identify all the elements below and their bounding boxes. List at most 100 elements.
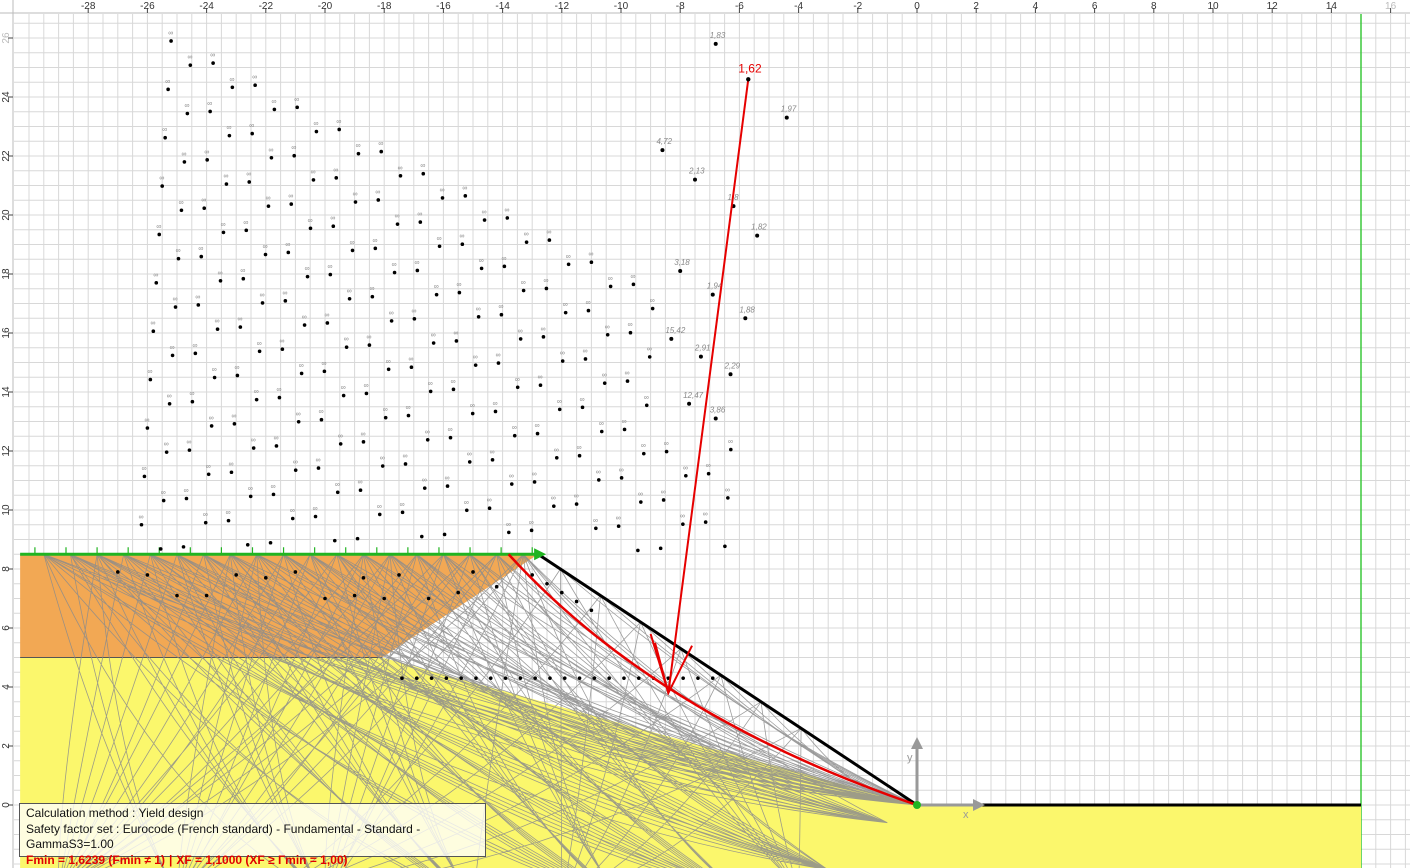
- safety-factor-set-text: Safety factor set : Eurocode (French sta…: [26, 821, 421, 852]
- infinite-factor-label: ∞: [627, 322, 632, 329]
- y-tick-label: 4: [1, 684, 12, 690]
- circle-center-point: [406, 413, 411, 418]
- infinite-factor-label: ∞: [420, 163, 425, 170]
- x-axis-label: x: [963, 809, 969, 821]
- infinite-factor-label: ∞: [417, 211, 422, 218]
- circle-center-point: [493, 409, 498, 414]
- circle-center-point: [440, 196, 445, 200]
- infinite-factor-label: ∞: [599, 421, 604, 428]
- infinite-factor-label: ∞: [566, 253, 571, 260]
- y-tick-label: 14: [1, 386, 12, 398]
- x-tick-label: -6: [735, 1, 744, 12]
- y-axis-arrow-icon: [911, 737, 923, 749]
- infinite-factor-label: ∞: [220, 221, 225, 228]
- circle-center-point: [395, 222, 400, 226]
- infinite-factor-label: ∞: [321, 360, 326, 367]
- circle-center-point: [218, 278, 223, 283]
- circle-center-point: [175, 593, 179, 598]
- circle-center-point: [681, 522, 685, 526]
- circle-center-point: [628, 330, 633, 335]
- circle-center-point: [502, 264, 507, 269]
- infinite-factor-label: ∞: [622, 418, 627, 425]
- infinite-factor-label: ∞: [363, 382, 368, 389]
- infinite-factor-label: ∞: [248, 485, 253, 492]
- circle-center-point: [277, 395, 282, 400]
- infinite-factor-label: ∞: [389, 310, 394, 317]
- circle-center-point: [723, 544, 727, 549]
- circle-center-point: [608, 284, 613, 289]
- y-tick-label: 6: [1, 625, 12, 631]
- circle-center-point: [636, 548, 640, 553]
- infinite-factor-label: ∞: [338, 433, 343, 440]
- circle-center-point: [377, 512, 382, 517]
- infinite-factor-label: ∞: [366, 334, 371, 341]
- infinite-factor-label: ∞: [150, 320, 155, 327]
- infinite-factor-label: ∞: [231, 413, 236, 420]
- infinite-factor-label: ∞: [147, 369, 152, 376]
- circle-center-point: [145, 573, 150, 577]
- circle-center-point: [419, 534, 424, 539]
- circle-center-point: [631, 282, 636, 287]
- circle-center-point: [554, 455, 559, 460]
- infinite-factor-label: ∞: [434, 284, 439, 291]
- circle-center-point: [678, 269, 683, 274]
- circle-center-point: [334, 176, 339, 180]
- infinite-factor-label: ∞: [336, 118, 341, 125]
- circle-center-point: [397, 573, 401, 577]
- infinite-factor-label: ∞: [638, 491, 643, 498]
- circle-center-point: [471, 570, 475, 574]
- y-tick-label: 24: [1, 91, 12, 103]
- y-tick-label: 2: [1, 743, 12, 749]
- circle-center-point: [545, 581, 549, 586]
- circle-center-point: [616, 524, 621, 529]
- circle-center-point: [245, 543, 250, 547]
- infinite-factor-label: ∞: [473, 354, 478, 361]
- circle-center-point: [181, 545, 186, 549]
- circle-center-point: [647, 355, 652, 359]
- y-tick-label: 20: [1, 209, 12, 221]
- circle-center-point: [325, 321, 330, 325]
- circle-center-point: [533, 676, 537, 680]
- circle-center-point: [418, 220, 423, 224]
- infinite-factor-label: ∞: [201, 197, 206, 204]
- circle-center-point: [454, 339, 459, 343]
- infinite-factor-label: ∞: [535, 423, 540, 430]
- y-tick-label: 22: [1, 150, 12, 162]
- circle-center-point: [190, 399, 195, 404]
- circle-center-point: [292, 153, 297, 158]
- infinite-factor-label: ∞: [372, 237, 377, 244]
- infinite-factor-label: ∞: [462, 185, 467, 192]
- infinite-factor-label: ∞: [408, 356, 413, 363]
- infinite-factor-label: ∞: [218, 270, 223, 277]
- slope-stability-diagram[interactable]: ∞ ∞ ∞ ∞ ∞ ∞ ∞ ∞ ∞ ∞ ∞ ∞ ∞ ∞ ∞ ∞ ∞ ∞ ∞ ∞ ∞ ∞ ∞ ∞ ∞ ∞ ∞ ∞ ∞ ∞ ∞ ∞ ∞ ∞ ∞ ∞ ∞ ∞ ∞ ∞…: [0, 0, 1410, 868]
- infinite-factor-label: ∞: [706, 463, 711, 470]
- infinite-factor-label: ∞: [498, 304, 503, 311]
- circle-center-point: [221, 230, 226, 235]
- infinite-factor-label: ∞: [521, 280, 526, 287]
- circle-center-point: [299, 371, 304, 376]
- circle-center-point: [669, 336, 674, 341]
- infinite-factor-label: ∞: [263, 244, 268, 251]
- infinite-factor-label: ∞: [625, 370, 630, 377]
- circle-center-point: [403, 462, 408, 466]
- circle-center-point: [260, 301, 265, 305]
- circle-center-point: [464, 508, 469, 513]
- infinite-factor-label: ∞: [290, 508, 295, 515]
- circle-center-point: [211, 61, 215, 65]
- infinite-factor-label: ∞: [175, 248, 180, 255]
- circle-center-point: [755, 233, 760, 238]
- circle-center-point: [487, 506, 492, 511]
- circle-center-point: [151, 329, 156, 334]
- circle-center-point: [499, 312, 504, 317]
- circle-center-point: [199, 254, 204, 259]
- circle-center-point: [400, 676, 404, 680]
- circle-center-point: [426, 596, 431, 601]
- result-summary: Fmin = 1,6239 (Fmin ≠ 1) | XF = 1,1000 (XF…: [26, 853, 479, 868]
- y-tick-label: 18: [1, 268, 12, 280]
- infinite-factor-label: ∞: [392, 262, 397, 269]
- circle-center-point: [227, 133, 232, 138]
- infinite-factor-label: ∞: [397, 165, 402, 172]
- x-tick-label: -20: [318, 1, 333, 12]
- infinite-factor-label: ∞: [254, 389, 259, 396]
- circle-center-point: [353, 200, 358, 204]
